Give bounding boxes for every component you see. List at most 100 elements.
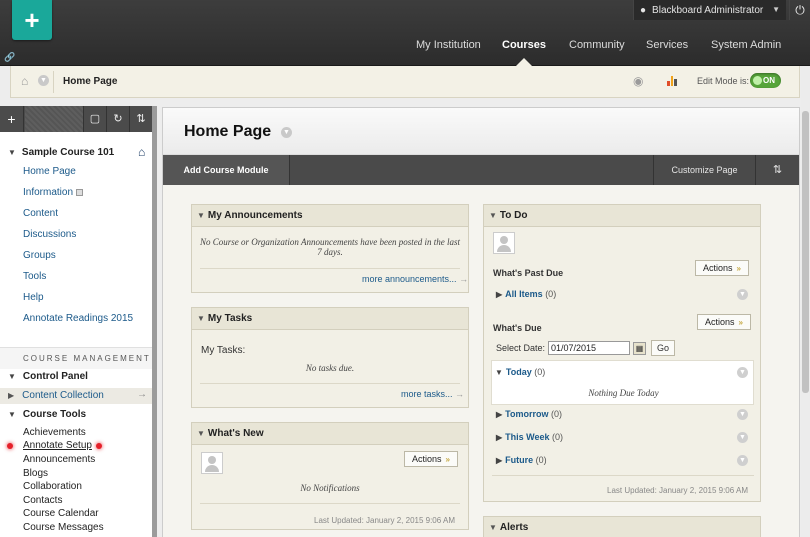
more-link-label: more announcements... <box>362 274 457 284</box>
sidebar-item-home-page[interactable]: Home Page <box>23 166 76 177</box>
course-home-icon[interactable]: ⌂ <box>138 145 145 159</box>
sidebar-item-help[interactable]: Help <box>23 292 44 303</box>
arrow-right-icon: → <box>137 389 147 400</box>
this-week-row[interactable]: ▶ This Week (0) <box>496 432 563 442</box>
future-row[interactable]: ▶ Future (0) <box>496 455 547 465</box>
module-header[interactable]: ▼ My Announcements <box>192 205 468 227</box>
chevron-down-icon[interactable]: ▼ <box>737 367 748 378</box>
due-actions-button[interactable]: Actions» <box>697 314 751 330</box>
whats-new-module: ▼ What's New Actions» No Notifications La… <box>191 422 469 530</box>
triangle-down-icon: ▼ <box>8 148 16 157</box>
triangle-down-icon: ▼ <box>489 523 497 532</box>
tool-announcements[interactable]: Announcements <box>23 454 95 465</box>
past-due-actions-button[interactable]: Actions» <box>695 260 749 276</box>
power-icon[interactable]: ⏻ <box>789 0 810 20</box>
row-count: (0) <box>551 409 563 419</box>
tool-annotate-setup[interactable]: Annotate Setup <box>23 440 92 451</box>
triangle-down-icon: ▼ <box>197 211 205 220</box>
student-preview-icon[interactable]: ◉ <box>633 74 643 88</box>
last-updated: Last Updated: January 2, 2015 9:06 AM <box>314 516 455 525</box>
home-icon[interactable]: ⌂ <box>21 74 28 88</box>
sidebar-item-discussions[interactable]: Discussions <box>23 229 76 240</box>
user-name: Blackboard Administrator <box>652 4 764 16</box>
course-tools-header[interactable]: ▼ Course Tools <box>0 409 152 420</box>
page-scrollbar[interactable] <box>801 66 810 537</box>
highlight-dot <box>96 443 102 449</box>
sidebar-item-content[interactable]: Content <box>23 208 58 219</box>
tab-community[interactable]: Community <box>569 39 625 51</box>
chevron-down-icon[interactable]: ▼ <box>737 289 748 300</box>
tab-courses[interactable]: Courses <box>502 39 546 51</box>
actions-button[interactable]: Actions» <box>404 451 458 467</box>
sidebar-item-tools[interactable]: Tools <box>23 271 46 282</box>
more-announcements-link[interactable]: more announcements... → <box>362 274 468 284</box>
hidden-item-icon <box>76 188 84 196</box>
row-label: All Items <box>505 289 543 299</box>
reorder-icon[interactable]: ⇅ <box>129 106 152 132</box>
link-icon[interactable]: 🔗 <box>4 52 15 63</box>
actions-label: Actions <box>705 317 735 327</box>
tomorrow-row[interactable]: ▶ Tomorrow (0) <box>496 409 562 419</box>
tool-blogs[interactable]: Blogs <box>23 468 48 479</box>
tab-services[interactable]: Services <box>646 39 688 51</box>
add-course-module-button[interactable]: Add Course Module <box>163 155 290 185</box>
chevron-down-icon[interactable]: ▼ <box>38 75 49 86</box>
add-menu-item-button[interactable]: + <box>0 106 24 132</box>
content-collection-item[interactable]: ▶ Content Collection → <box>0 388 152 404</box>
menu-search-area[interactable] <box>25 106 83 132</box>
module-header[interactable]: ▼ My Tasks <box>192 308 468 330</box>
go-button[interactable]: Go <box>651 340 675 356</box>
add-logo-icon[interactable]: + <box>12 0 52 40</box>
course-title[interactable]: ▼ Sample Course 101 <box>8 147 114 158</box>
all-items-row[interactable]: ▶ All Items (0) <box>496 289 556 299</box>
active-tab-pointer <box>516 58 532 66</box>
sidebar-item-groups[interactable]: Groups <box>23 250 56 261</box>
edit-mode-toggle[interactable]: ON <box>750 73 781 88</box>
scrollbar-thumb[interactable] <box>802 111 809 393</box>
todo-module: ▼ To Do Actions» What's Past Due ▶ All Ite… <box>483 204 761 502</box>
control-panel-header[interactable]: ▼ Control Panel <box>0 371 152 382</box>
toggle-knob <box>753 76 762 85</box>
sidebar-item-information[interactable]: Information <box>23 187 84 198</box>
last-updated: Last Updated: January 2, 2015 9:06 AM <box>607 486 748 495</box>
module-header[interactable]: ▼ Alerts <box>484 517 760 537</box>
tasks-label: My Tasks: <box>201 345 246 356</box>
tool-course-calendar[interactable]: Course Calendar <box>23 508 99 519</box>
tool-contacts[interactable]: Contacts <box>23 495 62 506</box>
chevron-down-icon[interactable]: ▼ <box>281 127 292 138</box>
folder-view-icon[interactable]: ▢ <box>83 106 106 132</box>
breadcrumb-title: Home Page <box>63 76 118 87</box>
module-header[interactable]: ▼ To Do <box>484 205 760 227</box>
calendar-icon[interactable]: ▦ <box>633 342 646 355</box>
user-menu[interactable]: ● Blackboard Administrator ▼ <box>633 0 786 20</box>
today-row[interactable]: ▼ Today (0) <box>495 367 545 377</box>
triangle-right-icon: ▶ <box>496 433 503 442</box>
date-input[interactable]: 01/07/2015 <box>548 341 630 355</box>
performance-chart-icon[interactable] <box>667 74 678 86</box>
tool-achievements[interactable]: Achievements <box>23 427 86 438</box>
whats-past-due-heading: What's Past Due <box>493 268 564 278</box>
tab-my-institution[interactable]: My Institution <box>416 39 481 51</box>
chevron-down-icon[interactable]: ▼ <box>737 409 748 420</box>
more-tasks-link[interactable]: more tasks... → <box>401 389 464 399</box>
triangle-right-icon: ▶ <box>496 456 503 465</box>
chevron-down-icon[interactable]: ▼ <box>737 432 748 443</box>
scrollbar-thumb[interactable] <box>152 106 157 537</box>
row-count: (0) <box>534 367 546 377</box>
refresh-icon[interactable]: ↻ <box>106 106 129 132</box>
tool-collaboration[interactable]: Collaboration <box>23 481 82 492</box>
top-header: + 🔗 ● Blackboard Administrator ▼ ⏻ My In… <box>0 0 810 66</box>
notifications-note: No Notifications <box>300 483 360 493</box>
reorder-modules-icon[interactable]: ⇅ <box>755 155 799 185</box>
sidebar-scrollbar[interactable] <box>152 106 157 537</box>
customize-page-button[interactable]: Customize Page <box>653 155 755 185</box>
module-title: My Tasks <box>207 313 253 324</box>
chevron-down-icon: » <box>738 318 743 327</box>
module-header[interactable]: ▼ What's New <box>192 423 468 445</box>
tab-system-admin[interactable]: System Admin <box>711 39 781 51</box>
arrow-right-icon: → <box>455 389 465 399</box>
tool-course-messages[interactable]: Course Messages <box>23 522 104 533</box>
triangle-right-icon: ▶ <box>8 391 15 400</box>
chevron-down-icon[interactable]: ▼ <box>737 455 748 466</box>
sidebar-item-annotate-readings[interactable]: Annotate Readings 2015 <box>23 313 133 324</box>
